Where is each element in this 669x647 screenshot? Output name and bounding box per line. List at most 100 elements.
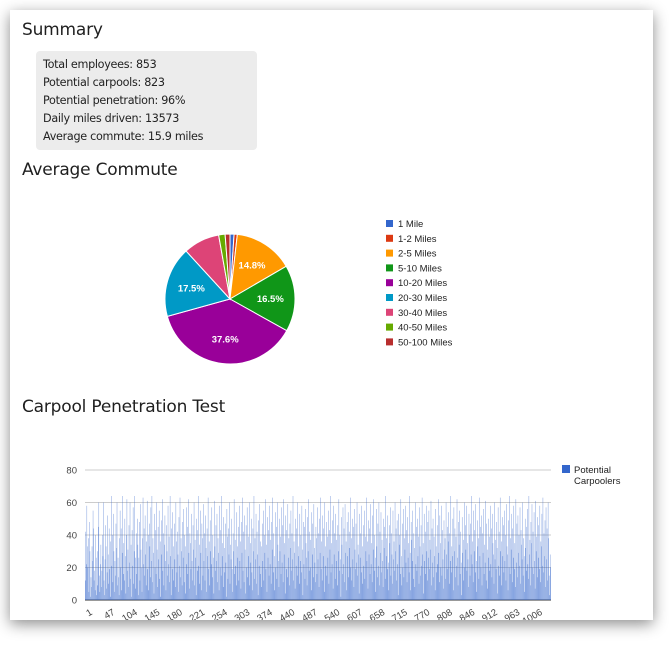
bar: [382, 587, 384, 600]
bar: [330, 496, 331, 600]
bar: [186, 507, 187, 601]
bar: [540, 541, 542, 600]
bar: [89, 551, 91, 600]
bar: [278, 587, 280, 600]
bar: [454, 528, 456, 600]
x-tick-label-487: 487: [300, 607, 319, 620]
bar: [402, 567, 404, 600]
bar: [517, 577, 518, 600]
bar: [236, 512, 238, 600]
y-tick-label-40: 40: [66, 531, 77, 542]
bar: [534, 588, 536, 601]
bar: [272, 572, 274, 601]
bar: [429, 569, 430, 601]
bar: [474, 572, 476, 601]
bar: [221, 496, 222, 600]
legend-label-1-2-miles: 1-2 Miles: [398, 234, 437, 245]
bar: [527, 509, 528, 600]
bar: [377, 523, 379, 601]
bar: [420, 525, 422, 600]
bar: [219, 567, 221, 600]
bar: [479, 497, 480, 601]
bar: [227, 536, 228, 601]
bar: [432, 562, 433, 601]
legend-swatch-potential-carpoolers: [562, 465, 570, 473]
bar: [168, 536, 170, 601]
bar: [546, 528, 548, 600]
bar: [445, 578, 446, 601]
bar: [449, 533, 450, 601]
bar: [542, 565, 543, 601]
bar: [399, 535, 400, 600]
bar: [322, 556, 324, 601]
bar: [480, 526, 481, 601]
bar: [436, 572, 437, 601]
bar: [253, 496, 255, 600]
bar: [425, 574, 427, 600]
bar: [504, 561, 506, 600]
bar: [115, 523, 117, 601]
bar: [148, 590, 150, 600]
bar: [181, 551, 182, 600]
bar: [252, 590, 253, 600]
bar: [439, 582, 440, 601]
bar: [449, 561, 451, 600]
bar: [118, 595, 120, 601]
bar: [470, 523, 471, 601]
bar: [550, 567, 551, 600]
bar: [498, 565, 499, 601]
bar: [466, 570, 468, 600]
bar: [531, 543, 532, 601]
bar: [177, 531, 178, 600]
bar: [548, 538, 549, 600]
bar: [430, 500, 432, 601]
bar: [239, 505, 240, 600]
bar: [325, 546, 326, 601]
bar: [218, 590, 220, 600]
bar: [523, 556, 525, 601]
bar: [310, 539, 311, 601]
summary-line-total-employees: Total employees: 853: [43, 58, 157, 71]
bar: [220, 530, 221, 601]
bar: [434, 556, 435, 601]
bar: [519, 507, 521, 601]
bar: [489, 570, 491, 600]
bar: [173, 580, 175, 600]
bar: [321, 580, 323, 600]
bar: [486, 523, 487, 601]
bar: [509, 574, 511, 600]
bar: [326, 522, 327, 600]
bar: [466, 505, 467, 600]
bar: [88, 591, 90, 601]
bar: [523, 538, 524, 600]
bar: [256, 583, 257, 600]
legend-label-10-20-miles: 10-20 Miles: [398, 278, 447, 289]
bar: [277, 544, 279, 600]
x-tick-label-846: 846: [458, 607, 477, 620]
summary-line-potential-carpools: Potential carpools: 823: [43, 76, 165, 89]
bar: [435, 546, 437, 601]
bar: [352, 559, 354, 601]
bar: [140, 504, 141, 601]
bar: [267, 557, 269, 600]
bar: [98, 502, 100, 600]
bar: [263, 580, 265, 600]
bar: [496, 548, 498, 600]
bar: [237, 546, 238, 601]
bar: [312, 554, 313, 600]
bar: [362, 546, 363, 601]
bar: [485, 580, 487, 600]
bar: [121, 552, 123, 601]
bar: [315, 526, 317, 601]
bar: [238, 580, 240, 600]
bar: [465, 549, 467, 601]
bar: [530, 522, 532, 600]
bar: [411, 561, 413, 600]
bar: [85, 580, 86, 600]
bar: [317, 559, 319, 601]
bar: [511, 513, 512, 601]
bar: [543, 533, 545, 601]
bar: [442, 559, 444, 601]
bar: [138, 557, 140, 600]
bar: [412, 510, 413, 601]
